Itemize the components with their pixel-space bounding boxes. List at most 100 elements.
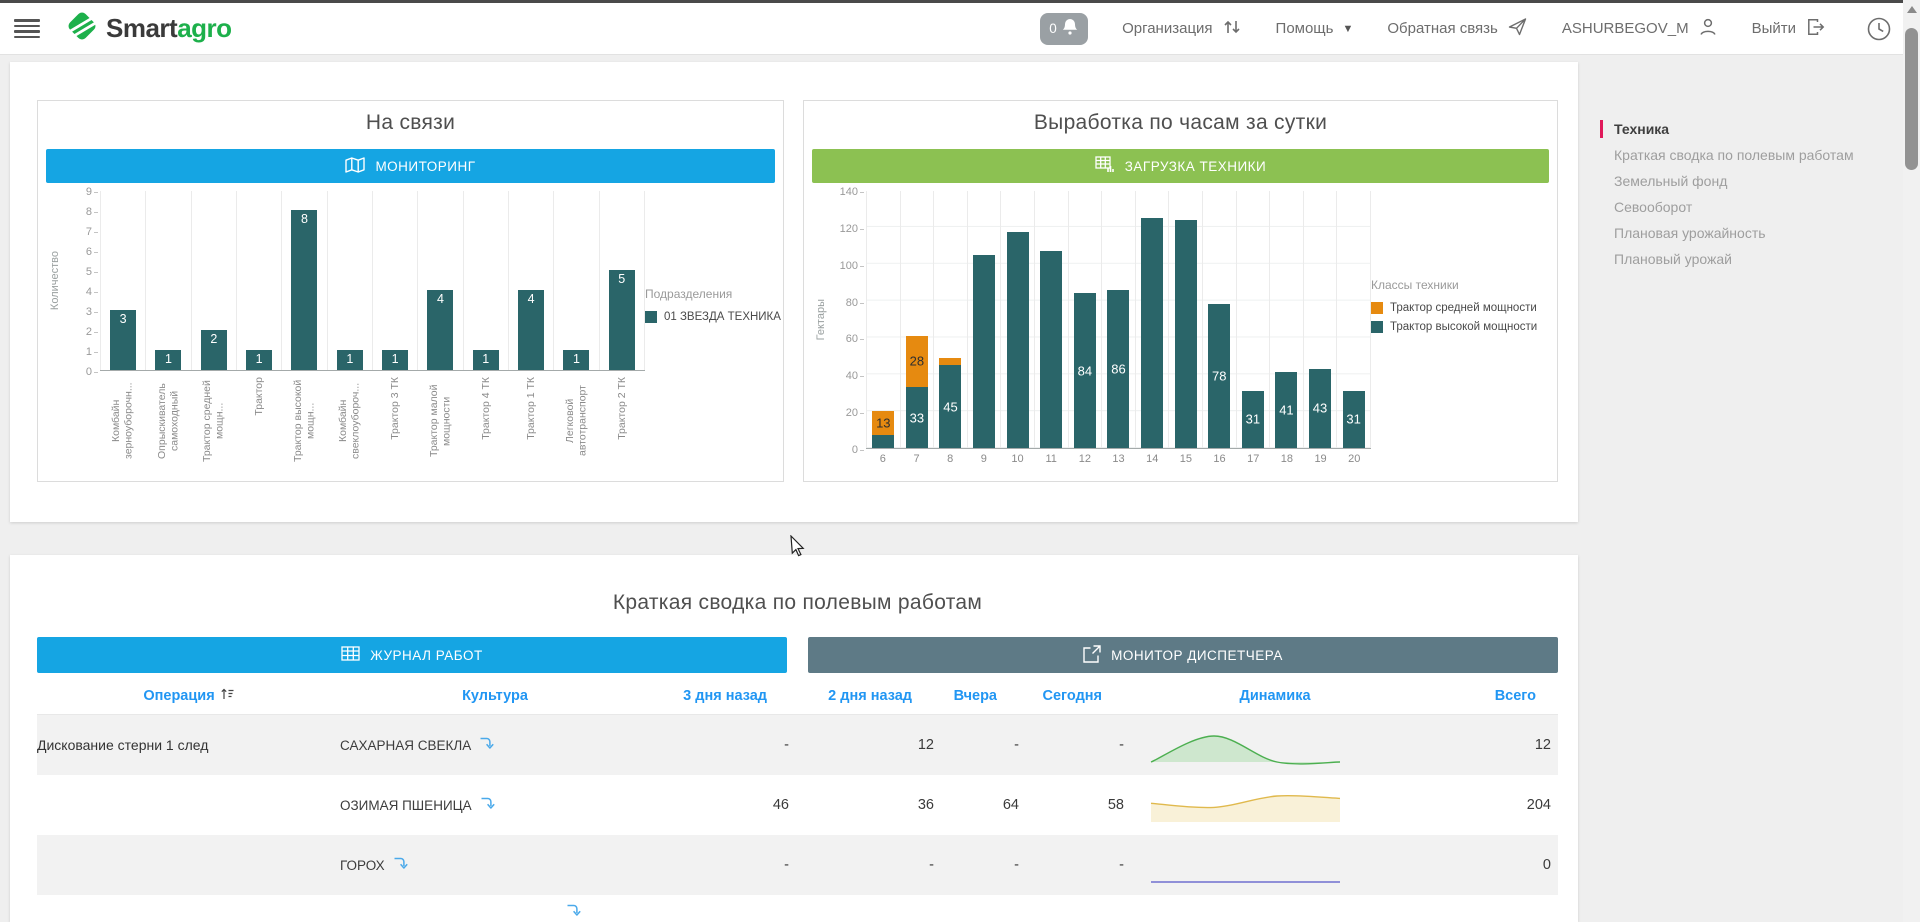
bar[interactable]: 4 — [427, 290, 453, 370]
legend-swatch — [1371, 321, 1383, 333]
user-menu[interactable]: ASHURBEGOV_M — [1562, 17, 1718, 41]
legend-item[interactable]: Трактор высокой мощности — [1371, 321, 1549, 333]
history-clock-button[interactable] — [1866, 16, 1892, 42]
table-row[interactable]: Дискование стерни 1 следСАХАРНАЯ СВЕКЛА -… — [37, 715, 1558, 775]
culture-arrow-icon[interactable] — [480, 796, 497, 815]
column-header-today[interactable]: Сегодня — [1025, 688, 1130, 704]
brand-logo[interactable]: Smartagro — [66, 10, 232, 47]
scrollbar-up-arrow-icon[interactable] — [1907, 6, 1917, 13]
logout-button[interactable]: Выйти — [1752, 17, 1826, 41]
scrollbar-thumb[interactable] — [1905, 28, 1918, 170]
column-header-2days[interactable]: 2 дня назад — [795, 688, 940, 704]
sidebar-item-3[interactable]: Земельный фонд — [1600, 168, 1895, 194]
bar[interactable]: 43 — [1309, 369, 1331, 448]
dynamics-sparkline — [1130, 781, 1350, 829]
bar[interactable]: 86 — [1107, 290, 1129, 448]
bar[interactable]: 1 — [246, 350, 272, 370]
vertical-scrollbar[interactable] — [1903, 0, 1920, 922]
y-axis-ticks: 020406080100120140 — [830, 191, 866, 449]
swap-arrows-icon — [1222, 17, 1242, 41]
y-axis-label: Количество — [46, 191, 64, 371]
bar[interactable]: 1 — [155, 350, 181, 370]
online-chart-title: На связи — [46, 111, 775, 141]
x-axis-labels: 67891011121314151617181920 — [866, 449, 1371, 465]
column-header-total[interactable]: Всего — [1350, 688, 1558, 704]
cell-total: 12 — [1350, 737, 1558, 753]
cell-yesterday: - — [940, 737, 1025, 753]
sidebar-item-6[interactable]: Плановый урожай — [1600, 246, 1895, 272]
sidebar-item-5[interactable]: Плановая урожайность — [1600, 220, 1895, 246]
bar[interactable]: 41 — [1275, 372, 1297, 448]
column-header-3days[interactable]: 3 дня назад — [650, 688, 795, 704]
bar[interactable] — [1040, 251, 1062, 448]
y-axis-ticks: 0123456789 — [64, 191, 100, 371]
bar[interactable]: 31 — [1242, 391, 1264, 448]
bar[interactable]: 1 — [382, 350, 408, 370]
bar[interactable] — [973, 255, 995, 449]
help-menu[interactable]: Помощь ▼ — [1276, 20, 1354, 37]
bar[interactable]: 1 — [337, 350, 363, 370]
bar[interactable] — [1141, 218, 1163, 448]
table-chart-icon — [1095, 156, 1115, 176]
cell-culture[interactable]: ГОРОХ — [340, 856, 650, 875]
bar[interactable]: 1 — [563, 350, 589, 370]
field-work-summary-panel: Краткая сводка по полевым работам ЖУРНАЛ… — [10, 555, 1578, 922]
bar[interactable]: 45 — [939, 358, 961, 448]
cell-today: 58 — [1025, 797, 1130, 813]
machinery-load-button[interactable]: ЗАГРУЗКА ТЕХНИКИ — [812, 149, 1549, 183]
notifications-button[interactable]: 0 — [1040, 13, 1088, 45]
column-header-yesterday[interactable]: Вчера — [940, 688, 1025, 704]
table-grid-icon — [341, 646, 360, 664]
bar[interactable]: 31 — [1343, 391, 1365, 448]
cell-2days: 12 — [795, 737, 940, 753]
work-journal-button[interactable]: ЖУРНАЛ РАБОТ — [37, 637, 787, 673]
bell-icon — [1061, 17, 1079, 41]
sidebar-item-2[interactable]: Краткая сводка по полевым работам — [1600, 142, 1895, 168]
output-chart-card: Выработка по часам за сутки ЗАГРУЗКА ТЕХ… — [803, 100, 1558, 482]
online-chart-card: На связи МОНИТОРИНГ Количество0123456789… — [37, 100, 784, 482]
bar[interactable] — [1007, 232, 1029, 448]
monitoring-button[interactable]: МОНИТОРИНГ — [46, 149, 775, 183]
bar[interactable]: 5 — [609, 270, 635, 370]
bar[interactable]: 3328 — [906, 336, 928, 448]
dynamics-sparkline — [1130, 841, 1350, 889]
bar[interactable]: 8 — [291, 210, 317, 370]
cell-culture[interactable]: ОЗИМАЯ ПШЕНИЦА — [340, 796, 650, 815]
cell-operation: Дискование стерни 1 след — [37, 737, 340, 753]
legend-item[interactable]: 01 ЗВЕЗДА ТЕХНИКА — [645, 311, 775, 323]
bar[interactable]: 78 — [1208, 304, 1230, 448]
bar[interactable]: 4 — [518, 290, 544, 370]
dispatcher-monitor-button[interactable]: МОНИТОР ДИСПЕТЧЕРА — [808, 637, 1558, 673]
cell-culture[interactable]: САХАРНАЯ СВЕКЛА — [340, 736, 650, 755]
table-row[interactable]: ГОРОХ----0 — [37, 835, 1558, 895]
sidebar-item-1[interactable]: Техника — [1600, 116, 1895, 142]
organization-menu[interactable]: Организация — [1122, 17, 1241, 41]
bar[interactable]: 3 — [110, 310, 136, 370]
right-sidebar: ТехникаКраткая сводка по полевым работам… — [1600, 116, 1895, 272]
bar[interactable]: 2 — [201, 330, 227, 370]
column-header-culture[interactable]: Культура — [340, 688, 650, 704]
feedback-button[interactable]: Обратная связь — [1387, 16, 1528, 41]
table-row[interactable]: ОЗИМАЯ ПШЕНИЦА46366458204 — [37, 775, 1558, 835]
smartagro-logo-icon — [66, 10, 98, 47]
cell-today: - — [1025, 857, 1130, 873]
bar[interactable] — [1175, 220, 1197, 449]
cell-yesterday: 64 — [940, 797, 1025, 813]
output-chart-title: Выработка по часам за сутки — [812, 111, 1549, 141]
bar[interactable]: 84 — [1074, 293, 1096, 448]
culture-arrow-icon[interactable] — [479, 736, 496, 755]
online-bar-chart: Количество0123456789312181141415Комбайн … — [46, 191, 645, 465]
culture-arrow-icon[interactable] — [393, 856, 410, 875]
column-header-dynamics[interactable]: Динамика — [1130, 688, 1350, 704]
bar[interactable]: 1 — [473, 350, 499, 370]
cell-2days: 36 — [795, 797, 940, 813]
sidebar-item-4[interactable]: Севооборот — [1600, 194, 1895, 220]
legend-item[interactable]: Трактор средней мощности — [1371, 302, 1549, 314]
hamburger-menu-icon[interactable] — [14, 19, 40, 38]
y-axis-label: Гектары — [812, 191, 830, 449]
bar[interactable]: 13 — [872, 411, 894, 448]
culture-arrow-icon[interactable] — [566, 903, 583, 921]
column-header-operation[interactable]: Операция — [37, 687, 340, 705]
output-chart-legend: Классы техники Трактор средней мощности … — [1371, 278, 1549, 379]
table-row[interactable] — [37, 895, 1558, 921]
